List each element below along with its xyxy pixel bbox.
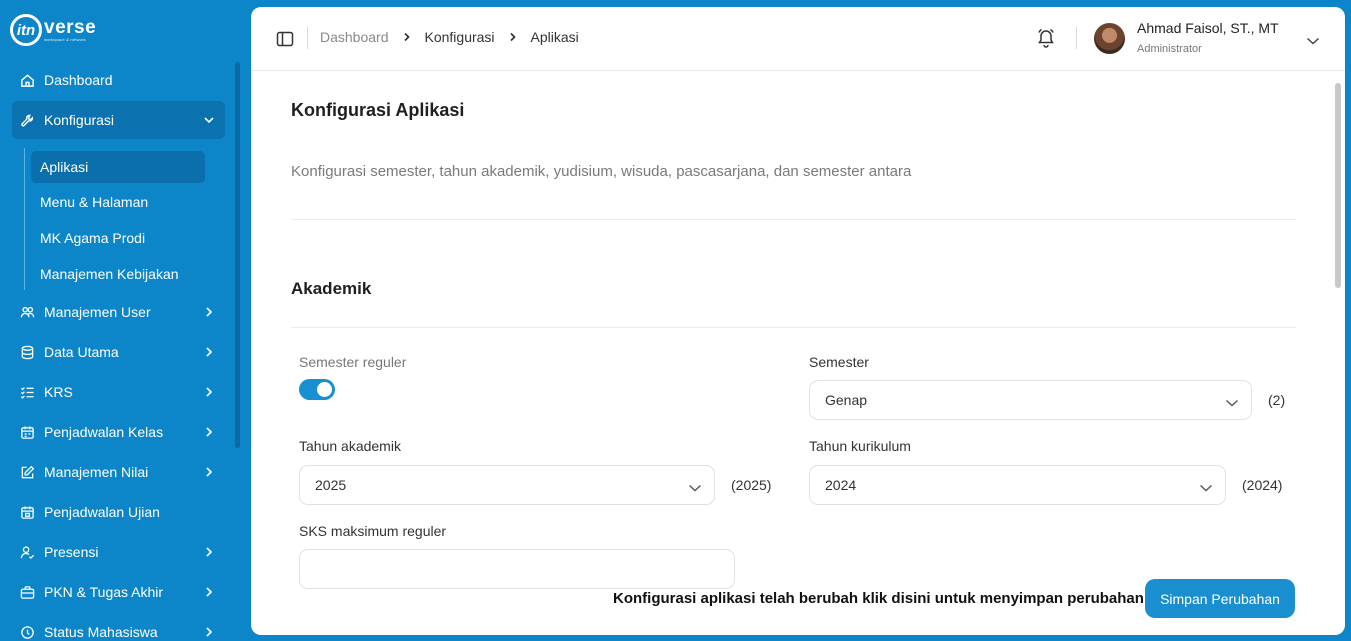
save-changes-button[interactable]: Simpan Perubahan (1145, 579, 1295, 618)
chevron-right-icon (203, 306, 215, 318)
breadcrumb-aplikasi: Aplikasi (530, 29, 579, 45)
divider (291, 219, 1296, 220)
semester-value: Genap (825, 392, 868, 408)
semester-reguler-label: Semester reguler (299, 354, 407, 370)
chevron-right-icon (508, 32, 518, 42)
sks-maksimum-label: SKS maksimum reguler (299, 523, 447, 539)
page-description: Konfigurasi semester, tahun akademik, yu… (291, 163, 912, 180)
chevron-right-icon (203, 546, 215, 558)
chevron-right-icon (203, 586, 215, 598)
submenu-item-mk-agama-prodi[interactable]: MK Agama Prodi (31, 222, 205, 254)
breadcrumb-konfigurasi[interactable]: Konfigurasi (425, 29, 495, 45)
tahun-kurikulum-label: Tahun kurikulum (809, 438, 911, 454)
unsaved-changes-message: Konfigurasi aplikasi telah berubah klik … (613, 590, 1144, 607)
divider (291, 327, 1296, 328)
logo-mark: itn (10, 14, 42, 46)
sidebar-item-status-mahasiswa[interactable]: Status Mahasiswa (12, 613, 225, 641)
sidebar-item-label: Manajemen Nilai (44, 464, 149, 480)
tahun-kurikulum-value: 2024 (825, 477, 857, 493)
logo-text: verse (44, 16, 97, 38)
calendar-icon (19, 424, 35, 440)
chevron-down-icon[interactable] (1306, 33, 1320, 45)
sidebar-item-label: Status Mahasiswa (44, 624, 158, 640)
chevron-down-icon (1225, 395, 1239, 407)
breadcrumb-dashboard[interactable]: Dashboard (320, 29, 389, 45)
user-check-icon (19, 544, 35, 560)
avatar[interactable] (1094, 23, 1125, 54)
home-icon (19, 72, 35, 88)
tahun-kurikulum-code: (2024) (1242, 477, 1283, 493)
section-title: Akademik (291, 279, 372, 298)
briefcase-icon (19, 584, 35, 600)
sidebar-item-pkn-tugas-akhir[interactable]: PKN & Tugas Akhir (12, 573, 225, 611)
sidebar-item-label: Data Utama (44, 344, 119, 360)
main-panel: Dashboard Konfigurasi Aplikasi Ahmad Fai… (251, 7, 1345, 635)
semester-reguler-toggle[interactable] (299, 379, 335, 400)
sidebar-item-penjadwalan-ujian[interactable]: Penjadwalan Ujian (12, 493, 225, 531)
chevron-right-icon (203, 346, 215, 358)
chevron-right-icon (203, 426, 215, 438)
user-role: Administrator (1137, 43, 1202, 55)
sidebar-item-penjadwalan-kelas[interactable]: Penjadwalan Kelas (12, 413, 225, 451)
sidebar: itn verse workspace & network Dashboard … (0, 0, 243, 641)
toggle-knob (317, 382, 332, 397)
brand-logo[interactable]: itn verse workspace & network (10, 14, 96, 46)
top-bar: Dashboard Konfigurasi Aplikasi Ahmad Fai… (251, 7, 1345, 71)
submenu-item-menu-halaman[interactable]: Menu & Halaman (31, 186, 205, 218)
chevron-down-icon (1199, 480, 1213, 492)
tahun-kurikulum-select[interactable]: 2024 (809, 465, 1226, 505)
calendar-grid-icon (19, 504, 35, 520)
submenu-guide-line (24, 148, 25, 290)
page-title: Konfigurasi Aplikasi (291, 100, 465, 120)
database-icon (19, 344, 35, 360)
sidebar-item-dashboard[interactable]: Dashboard (12, 61, 225, 99)
semester-code: (2) (1268, 392, 1286, 408)
sidebar-item-manajemen-nilai[interactable]: Manajemen Nilai (12, 453, 225, 491)
tahun-akademik-value: 2025 (315, 477, 347, 493)
breadcrumb: Dashboard Konfigurasi Aplikasi (320, 29, 579, 45)
sidebar-item-label: Penjadwalan Ujian (44, 504, 160, 520)
tahun-akademik-code: (2025) (731, 477, 772, 493)
sidebar-scrollbar[interactable] (235, 62, 240, 448)
semester-select[interactable]: Genap (809, 380, 1252, 420)
sidebar-item-label: PKN & Tugas Akhir (44, 584, 164, 600)
sidebar-item-konfigurasi[interactable]: Konfigurasi (12, 101, 225, 139)
users-icon (19, 304, 35, 320)
sidebar-item-presensi[interactable]: Presensi (12, 533, 225, 571)
sidebar-item-manajemen-user[interactable]: Manajemen User (12, 293, 225, 331)
sidebar-item-krs[interactable]: KRS (12, 373, 225, 411)
bell-icon[interactable] (1037, 28, 1055, 48)
chevron-down-icon (688, 480, 702, 492)
sks-maksimum-input[interactable] (299, 549, 735, 589)
content-scrollbar[interactable] (1335, 83, 1341, 288)
logo-tagline: workspace & network (44, 36, 86, 42)
submenu-item-aplikasi[interactable]: Aplikasi (31, 151, 205, 183)
divider (1076, 27, 1077, 49)
sidebar-item-label: Presensi (44, 544, 99, 560)
sidebar-item-label: KRS (44, 384, 73, 400)
tahun-akademik-label: Tahun akademik (299, 438, 401, 454)
wrench-icon (19, 112, 35, 128)
user-name[interactable]: Ahmad Faisol, ST., MT (1137, 20, 1279, 36)
chevron-right-icon (203, 626, 215, 638)
edit-icon (19, 464, 35, 480)
status-icon (19, 624, 35, 640)
sidebar-item-label: Dashboard (44, 72, 113, 88)
chevron-right-icon (203, 386, 215, 398)
semester-label: Semester (809, 354, 869, 370)
checklist-icon (19, 384, 35, 400)
divider (307, 27, 308, 49)
chevron-right-icon (402, 32, 412, 42)
sidebar-item-data-utama[interactable]: Data Utama (12, 333, 225, 371)
chevron-right-icon (203, 466, 215, 478)
sidebar-toggle-icon[interactable] (276, 30, 294, 48)
submenu-item-manajemen-kebijakan[interactable]: Manajemen Kebijakan (31, 258, 205, 290)
sidebar-item-label: Penjadwalan Kelas (44, 424, 164, 440)
sidebar-item-label: Manajemen User (44, 304, 151, 320)
tahun-akademik-select[interactable]: 2025 (299, 465, 715, 505)
sidebar-item-label: Konfigurasi (44, 112, 115, 128)
chevron-down-icon (203, 114, 215, 126)
